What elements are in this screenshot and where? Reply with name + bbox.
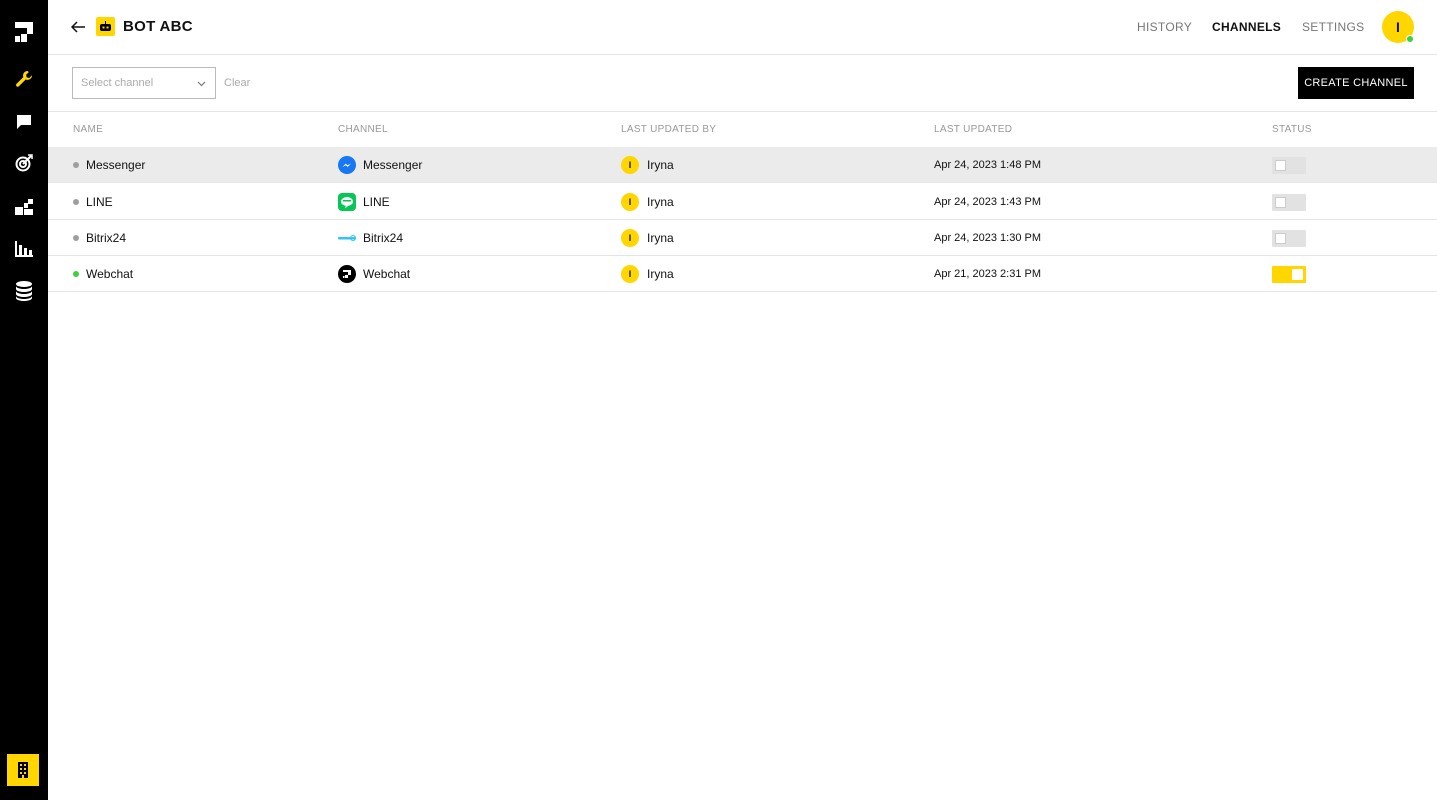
name-cell: LINE: [73, 184, 113, 220]
chevron-down-icon: [197, 78, 206, 90]
column-header-channel[interactable]: CHANNEL: [338, 124, 388, 135]
updated-by-cell: I Iryna: [621, 184, 674, 220]
row-channel: LINE: [363, 195, 390, 209]
inactive-status-dot: [73, 162, 79, 168]
main-content: BOT ABC HISTORY CHANNELS SETTINGS I Sele…: [48, 0, 1437, 800]
back-arrow-icon[interactable]: [68, 17, 88, 37]
toggle-knob: [1275, 160, 1286, 171]
tab-history[interactable]: HISTORY: [1137, 19, 1192, 35]
user-avatar-small: I: [621, 265, 639, 283]
toggle-knob: [1292, 269, 1303, 280]
row-name: Messenger: [86, 158, 146, 172]
name-cell: Webchat: [73, 256, 133, 292]
name-cell: Bitrix24: [73, 220, 126, 256]
wrench-icon[interactable]: [12, 67, 36, 91]
table-row[interactable]: LINE LINE I Iryna Apr 24, 2023 1:43 PM: [48, 184, 1437, 220]
column-header-status[interactable]: STATUS: [1272, 124, 1312, 135]
user-avatar-small: I: [621, 229, 639, 247]
create-channel-button[interactable]: CREATE CHANNEL: [1298, 67, 1414, 99]
status-toggle[interactable]: [1272, 157, 1306, 174]
toggle-knob: [1275, 197, 1286, 208]
line-icon: [338, 193, 356, 211]
column-header-last-updated-by[interactable]: LAST UPDATED BY: [621, 124, 716, 135]
target-icon[interactable]: [12, 151, 36, 175]
user-avatar-small: I: [621, 156, 639, 174]
column-header-last-updated[interactable]: LAST UPDATED: [934, 124, 1012, 135]
row-updated: Apr 21, 2023 2:31 PM: [934, 268, 1042, 280]
status-toggle[interactable]: [1272, 230, 1306, 247]
inactive-status-dot: [73, 235, 79, 241]
online-status-indicator: [1406, 35, 1414, 43]
row-name: LINE: [86, 195, 113, 209]
row-updated: Apr 24, 2023 1:48 PM: [934, 159, 1042, 171]
inactive-status-dot: [73, 199, 79, 205]
status-toggle[interactable]: [1272, 194, 1306, 211]
header: BOT ABC HISTORY CHANNELS SETTINGS I: [48, 0, 1437, 55]
channel-cell: Bitrix24: [338, 220, 403, 256]
table-row[interactable]: Webchat Webchat I Iryna Apr 21, 2023 2:3…: [48, 256, 1437, 292]
row-channel: Messenger: [363, 158, 423, 172]
row-name: Bitrix24: [86, 231, 127, 245]
channel-cell: LINE: [338, 184, 390, 220]
table-header: NAME CHANNEL LAST UPDATED BY LAST UPDATE…: [48, 112, 1437, 147]
row-channel: Webchat: [363, 267, 411, 281]
table-row[interactable]: Bitrix24 Bitrix24 I Iryna Apr 24, 2023 1…: [48, 220, 1437, 256]
webchat-icon: [338, 265, 356, 283]
bot-icon: [96, 17, 115, 36]
page-title: BOT ABC: [123, 18, 193, 35]
logo-icon[interactable]: [12, 20, 36, 44]
row-name: Webchat: [86, 267, 134, 281]
updated-by-cell: I Iryna: [621, 256, 674, 292]
table-row[interactable]: Messenger Messenger I Iryna Apr 24, 2023…: [48, 147, 1437, 183]
messenger-icon: [338, 156, 356, 174]
updated-by-cell: I Iryna: [621, 220, 674, 256]
sidebar: [0, 0, 48, 800]
channel-select-placeholder: Select channel: [81, 77, 154, 89]
toolbar: Select channel Clear CREATE CHANNEL: [48, 55, 1437, 112]
building-icon[interactable]: [7, 754, 39, 786]
clear-link[interactable]: Clear: [224, 77, 250, 89]
row-user: Iryna: [647, 267, 674, 281]
tab-channels[interactable]: CHANNELS: [1212, 19, 1281, 35]
tab-settings[interactable]: SETTINGS: [1302, 19, 1364, 35]
row-channel: Bitrix24: [363, 231, 404, 245]
active-status-dot: [73, 271, 79, 277]
row-user: Iryna: [647, 158, 674, 172]
status-toggle[interactable]: [1272, 266, 1306, 283]
blocks-icon[interactable]: [12, 195, 36, 219]
row-updated: Apr 24, 2023 1:43 PM: [934, 196, 1042, 208]
row-updated: Apr 24, 2023 1:30 PM: [934, 232, 1042, 244]
row-user: Iryna: [647, 195, 674, 209]
channel-cell: Messenger: [338, 147, 422, 183]
chat-icon[interactable]: [12, 110, 36, 134]
channel-select[interactable]: Select channel: [72, 67, 216, 99]
row-user: Iryna: [647, 231, 674, 245]
column-header-name[interactable]: NAME: [73, 124, 103, 135]
name-cell: Messenger: [73, 147, 145, 183]
bitrix24-icon: [338, 229, 356, 247]
analytics-icon[interactable]: [12, 237, 36, 261]
user-avatar-small: I: [621, 193, 639, 211]
database-icon[interactable]: [12, 279, 36, 303]
channel-cell: Webchat: [338, 256, 410, 292]
toggle-knob: [1275, 233, 1286, 244]
updated-by-cell: I Iryna: [621, 147, 674, 183]
